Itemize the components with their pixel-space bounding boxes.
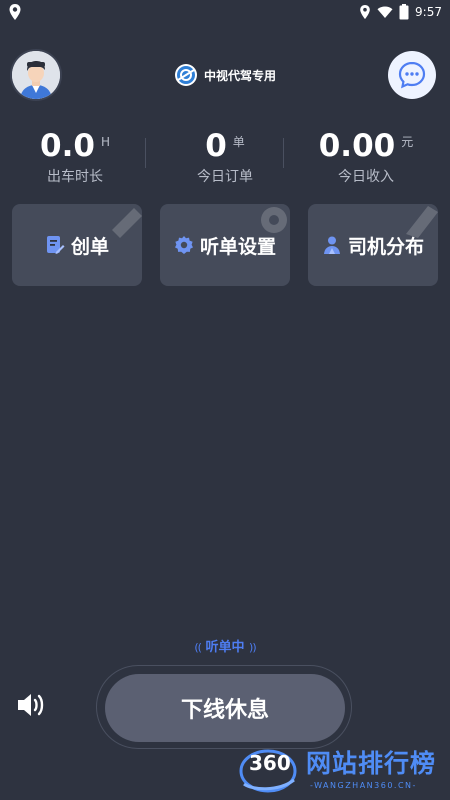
driver-distribution-label: 司机分布 (347, 235, 424, 258)
drive-time-value: 0.0 (40, 128, 95, 164)
wave-right-icon: )) (249, 641, 257, 654)
gear-icon (174, 236, 193, 254)
today-orders-label: 今日订单 (197, 169, 253, 185)
battery-icon (399, 4, 409, 20)
status-bar: 9:57 (0, 0, 450, 24)
watermark-number: 360 (249, 751, 291, 775)
listening-status: (( 听单中 )) (0, 636, 450, 655)
stat-today-income: 0.00 元 今日收入 (291, 128, 441, 186)
stat-divider (283, 138, 284, 168)
driver-icon (323, 236, 340, 254)
app-title: 中视代驾专用 (203, 68, 276, 83)
speaker-icon[interactable] (16, 690, 48, 720)
location-icon (9, 4, 21, 20)
today-income-value: 0.00 (318, 128, 396, 164)
wifi-icon (377, 6, 393, 18)
drive-time-unit: H (100, 135, 110, 149)
stat-today-orders: 0单 今日订单 (150, 128, 300, 186)
stat-value: 0.00 元 (291, 128, 441, 164)
app-logo-icon (174, 64, 197, 86)
go-offline-button[interactable]: 下线休息 (105, 674, 345, 742)
status-icons: 9:57 (359, 2, 442, 22)
stat-value: 0.0 H (0, 128, 150, 164)
listening-text: 听单中 (205, 640, 245, 655)
create-order-button[interactable]: 创单 (12, 204, 142, 286)
watermark-text: 网站排行榜 (306, 749, 437, 778)
status-time: 9:57 (415, 5, 442, 19)
listen-settings-label: 听单设置 (199, 235, 276, 258)
chat-icon (398, 61, 426, 89)
stat-divider (145, 138, 146, 168)
create-order-label: 创单 (70, 235, 109, 258)
today-orders-unit: 单 (232, 135, 245, 149)
drive-time-label: 出车时长 (47, 169, 103, 185)
app-title-bar: 中视代驾专用 (0, 62, 450, 88)
today-orders-value: 0 (205, 128, 227, 164)
listen-settings-button[interactable]: 听单设置 (160, 204, 290, 286)
today-income-unit: 元 (401, 135, 414, 149)
stat-drive-time: 0.0 H 出车时长 (0, 128, 150, 186)
driver-distribution-button[interactable]: 司机分布 (308, 204, 438, 286)
message-button[interactable] (388, 51, 436, 99)
watermark-subtext: -WANGZHAN360.CN- (310, 781, 417, 790)
card-decoration-icon (112, 208, 142, 238)
stat-value: 0单 (150, 128, 300, 164)
create-order-icon (46, 236, 65, 254)
wave-left-icon: (( (194, 641, 202, 654)
location-status-icon (360, 5, 370, 19)
today-income-label: 今日收入 (338, 169, 394, 185)
